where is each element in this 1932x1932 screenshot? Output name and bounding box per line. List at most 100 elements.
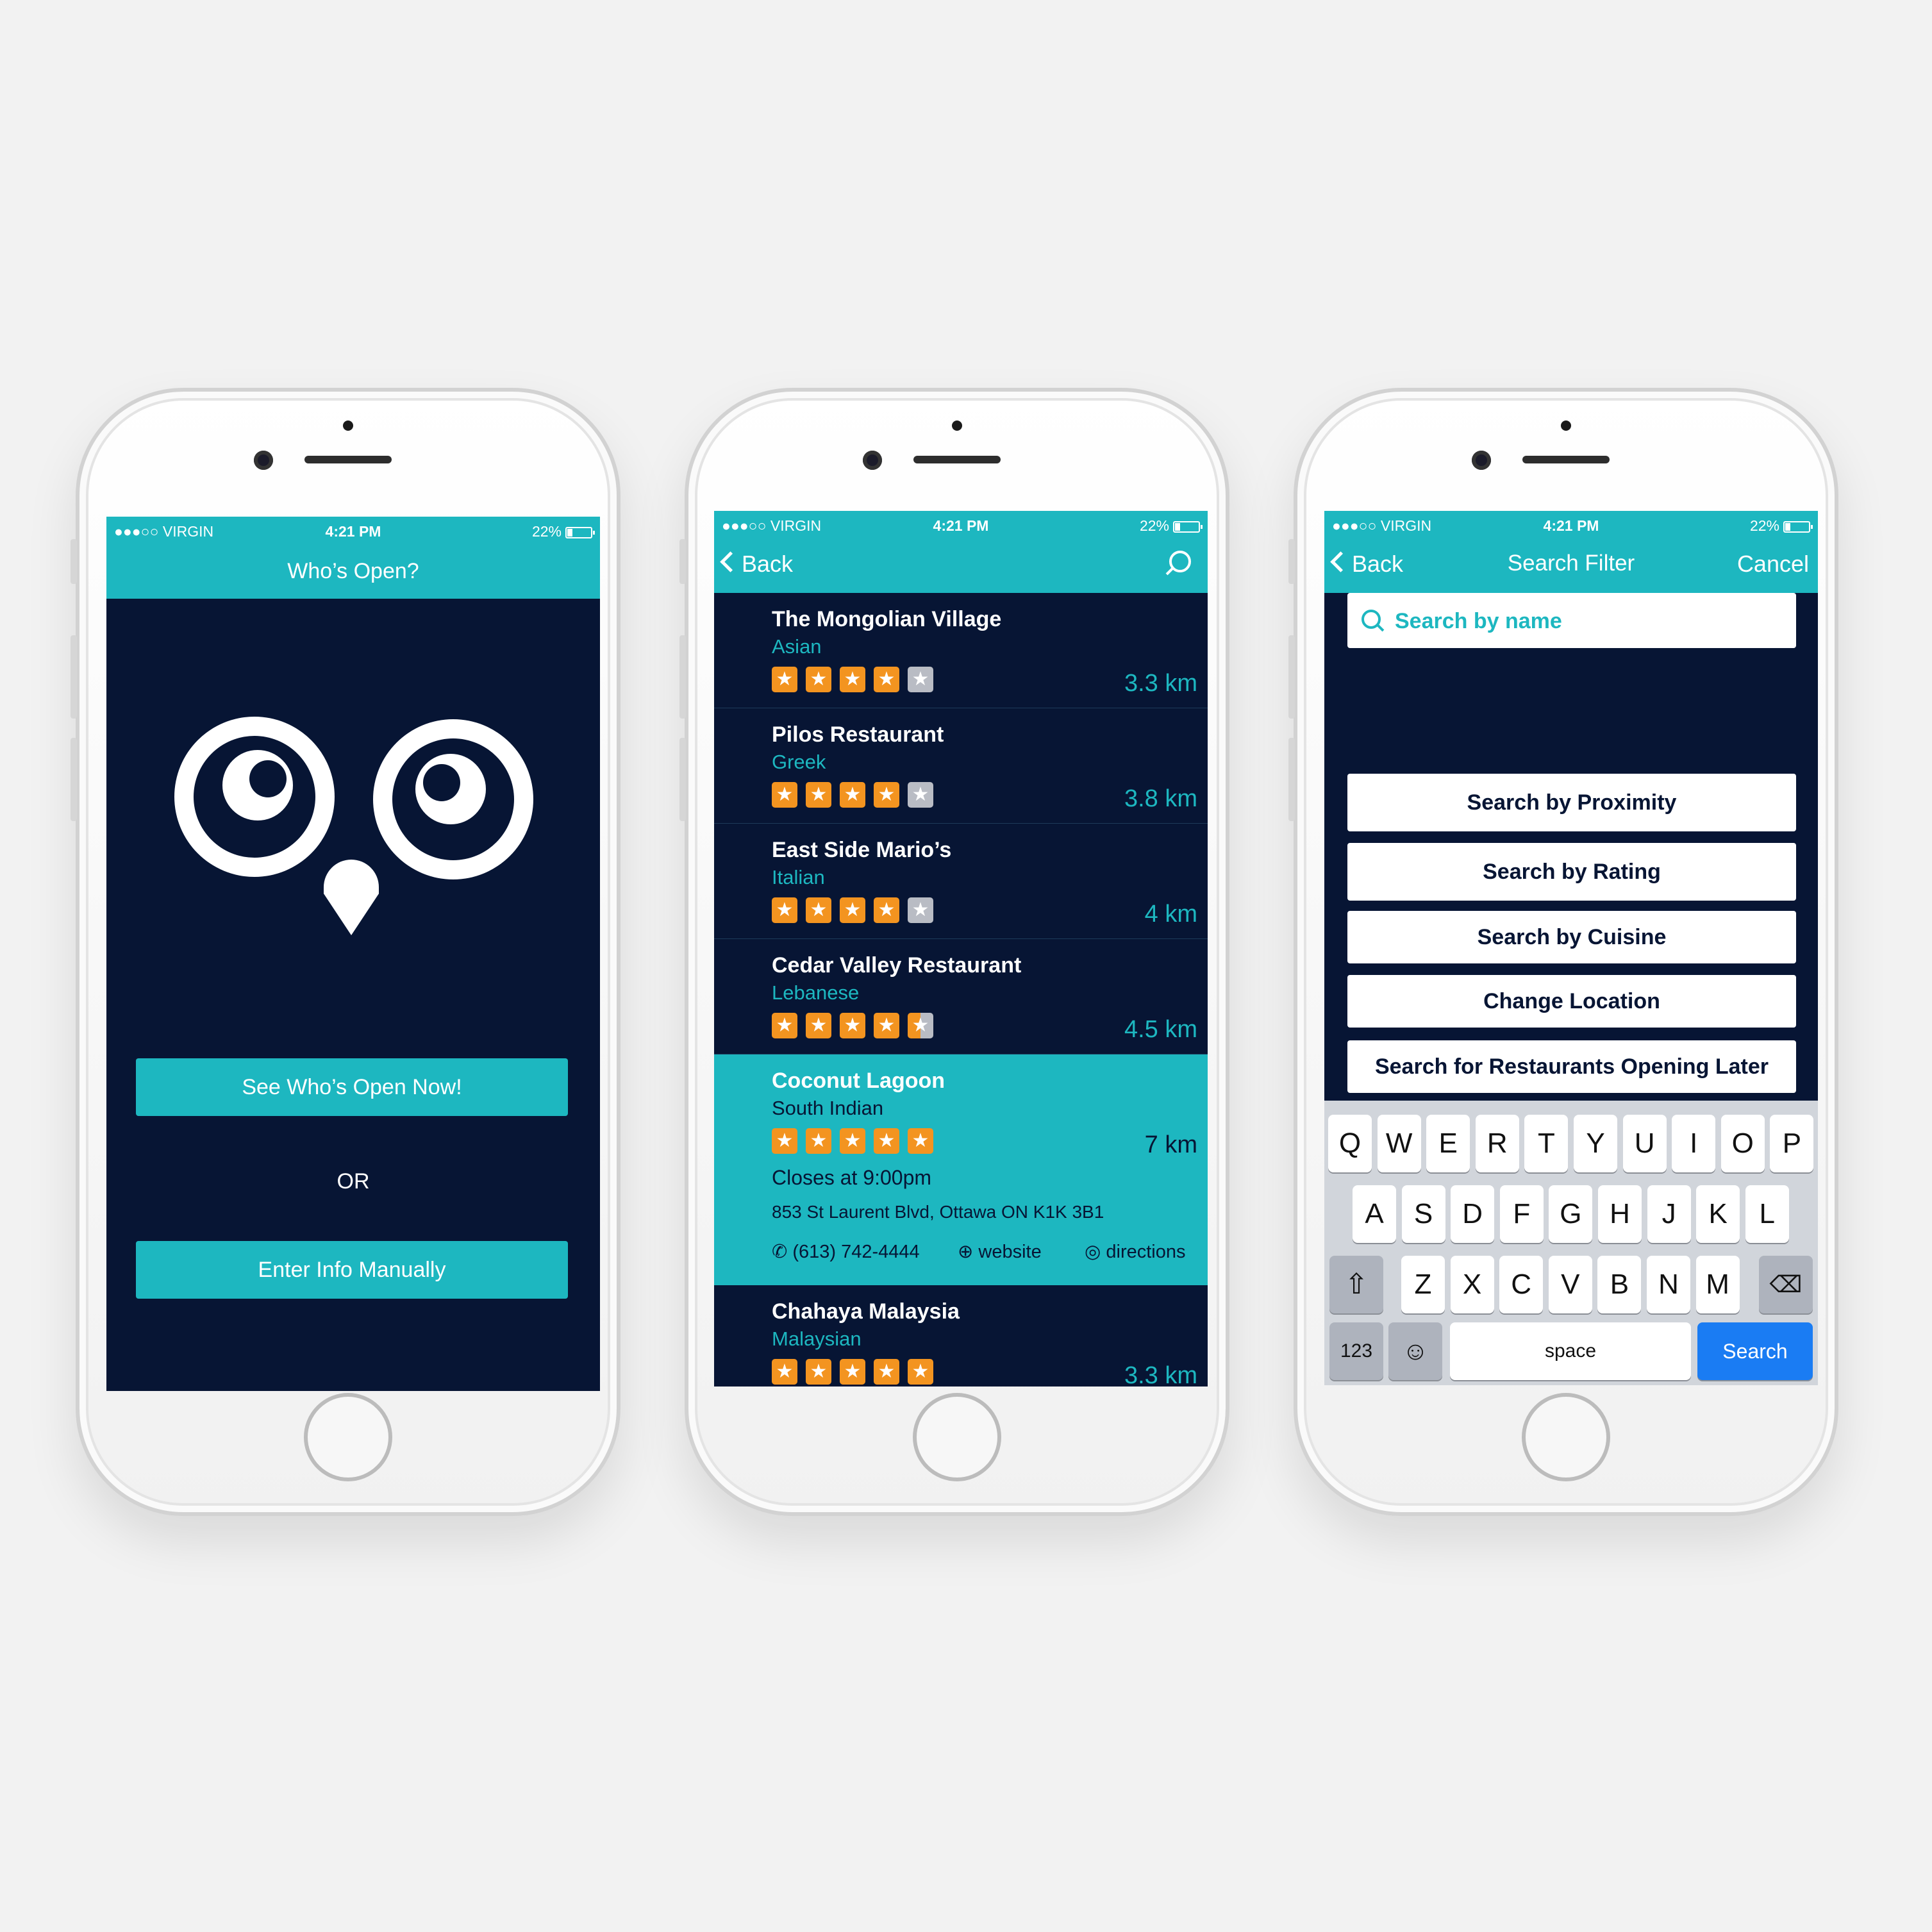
screen-search-filter: ●●●○○ VIRGIN 4:21 PM 22% Back Search Fil… bbox=[1324, 511, 1818, 1385]
restaurant-distance: 7 km bbox=[1144, 1131, 1197, 1158]
cancel-button[interactable]: Cancel bbox=[1737, 551, 1809, 578]
battery-percent: 22% bbox=[1749, 517, 1779, 534]
star-icon bbox=[874, 782, 899, 808]
battery-status: 22% bbox=[532, 523, 595, 540]
restaurant-name: The Mongolian Village bbox=[772, 607, 1002, 631]
search-by-proximity-button[interactable]: Search by Proximity bbox=[1347, 774, 1796, 831]
list-item[interactable]: The Mongolian Village Asian 3.3 km bbox=[714, 593, 1208, 708]
key-g[interactable]: G bbox=[1549, 1185, 1593, 1243]
key-z[interactable]: Z bbox=[1401, 1256, 1445, 1313]
restaurant-cuisine: Lebanese bbox=[772, 981, 860, 1004]
key-o[interactable]: O bbox=[1720, 1115, 1765, 1172]
star-icon bbox=[908, 897, 933, 923]
phone-2: ●●●○○ VIRGIN 4:21 PM 22% Back The Mongol… bbox=[679, 388, 1229, 1516]
owl-beak bbox=[324, 860, 379, 935]
star-icon bbox=[840, 782, 865, 808]
battery-icon bbox=[1783, 521, 1813, 533]
screen-restaurant-list: ●●●○○ VIRGIN 4:21 PM 22% Back The Mongol… bbox=[714, 511, 1208, 1387]
search-icon[interactable] bbox=[1169, 551, 1191, 572]
star-icon bbox=[874, 1128, 899, 1154]
restaurant-address: 853 St Laurent Blvd, Ottawa ON K1K 3B1 bbox=[772, 1202, 1104, 1222]
website-link[interactable]: ⊕ website bbox=[958, 1240, 1042, 1263]
front-camera bbox=[863, 451, 882, 470]
star-icon bbox=[874, 1359, 899, 1385]
star-icon bbox=[806, 782, 831, 808]
list-item[interactable]: Cedar Valley Restaurant Lebanese 4.5 km bbox=[714, 939, 1208, 1054]
key-j[interactable]: J bbox=[1647, 1185, 1691, 1243]
search-input[interactable] bbox=[1394, 593, 1781, 649]
list-item[interactable]: Chahaya Malaysia Malaysian 3.3 km bbox=[714, 1285, 1208, 1387]
list-item[interactable]: East Side Mario’s Italian 4 km bbox=[714, 824, 1208, 939]
back-button[interactable]: Back bbox=[720, 551, 793, 578]
key-t[interactable]: T bbox=[1524, 1115, 1569, 1172]
numbers-key[interactable]: 123 bbox=[1329, 1322, 1383, 1380]
key-u[interactable]: U bbox=[1622, 1115, 1667, 1172]
star-icon bbox=[772, 1359, 797, 1385]
search-by-cuisine-button[interactable]: Search by Cuisine bbox=[1347, 911, 1796, 963]
key-f[interactable]: F bbox=[1499, 1185, 1544, 1243]
list-item-expanded[interactable]: Coconut Lagoon South Indian 7 km Closes … bbox=[714, 1054, 1208, 1285]
emoji-key[interactable]: ☺ bbox=[1388, 1322, 1442, 1380]
nav-bar: ●●●○○ VIRGIN 4:21 PM 22% Back bbox=[714, 511, 1208, 593]
key-y[interactable]: Y bbox=[1574, 1115, 1617, 1172]
star-icon bbox=[772, 1128, 797, 1154]
key-h[interactable]: H bbox=[1598, 1185, 1642, 1243]
closing-time: Closes at 9:00pm bbox=[772, 1166, 932, 1189]
star-icon bbox=[840, 1359, 865, 1385]
owl-left-glint bbox=[249, 760, 287, 797]
earpiece-speaker bbox=[913, 456, 1001, 463]
key-q[interactable]: Q bbox=[1328, 1115, 1372, 1172]
key-w[interactable]: W bbox=[1377, 1115, 1421, 1172]
key-k[interactable]: K bbox=[1696, 1185, 1740, 1243]
owl-left-iris bbox=[222, 750, 293, 820]
owl-left-pupil bbox=[194, 736, 315, 858]
key-p[interactable]: P bbox=[1770, 1115, 1814, 1172]
key-i[interactable]: I bbox=[1672, 1115, 1716, 1172]
restaurant-name: Chahaya Malaysia bbox=[772, 1299, 960, 1324]
star-icon bbox=[840, 667, 865, 692]
key-s[interactable]: S bbox=[1401, 1185, 1445, 1243]
key-m[interactable]: M bbox=[1695, 1256, 1740, 1313]
see-whos-open-button[interactable]: See Who’s Open Now! bbox=[136, 1058, 568, 1116]
key-x[interactable]: X bbox=[1450, 1256, 1494, 1313]
home-button[interactable] bbox=[1522, 1393, 1610, 1481]
search-opening-later-button[interactable]: Search for Restaurants Opening Later bbox=[1347, 1040, 1796, 1093]
space-key[interactable]: space bbox=[1450, 1322, 1691, 1380]
star-icon bbox=[908, 1359, 933, 1385]
search-field[interactable] bbox=[1347, 593, 1796, 649]
change-location-button[interactable]: Change Location bbox=[1347, 975, 1796, 1028]
clock: 4:21 PM bbox=[933, 517, 989, 534]
backspace-key[interactable]: ⌫ bbox=[1759, 1256, 1813, 1313]
phone-link[interactable]: ✆ (613) 742-4444 bbox=[772, 1240, 920, 1263]
battery-status: 22% bbox=[1140, 517, 1203, 535]
owl-right-iris bbox=[415, 754, 486, 824]
key-d[interactable]: D bbox=[1451, 1185, 1495, 1243]
home-button[interactable] bbox=[304, 1393, 392, 1481]
key-r[interactable]: R bbox=[1475, 1115, 1519, 1172]
shift-key[interactable]: ⇧ bbox=[1329, 1256, 1383, 1313]
enter-info-manually-button[interactable]: Enter Info Manually bbox=[136, 1241, 568, 1299]
restaurant-distance: 3.8 km bbox=[1124, 785, 1197, 812]
key-a[interactable]: A bbox=[1353, 1185, 1396, 1243]
key-n[interactable]: N bbox=[1647, 1256, 1690, 1313]
key-c[interactable]: C bbox=[1499, 1256, 1544, 1313]
list-item[interactable]: Pilos Restaurant Greek 3.8 km bbox=[714, 708, 1208, 824]
key-v[interactable]: V bbox=[1548, 1256, 1592, 1313]
home-button[interactable] bbox=[913, 1393, 1001, 1481]
clock: 4:21 PM bbox=[1543, 517, 1599, 534]
volume-button bbox=[1288, 738, 1295, 821]
star-icon bbox=[874, 897, 899, 923]
directions-link[interactable]: ◎ directions bbox=[1085, 1240, 1186, 1263]
key-b[interactable]: B bbox=[1597, 1256, 1642, 1313]
key-l[interactable]: L bbox=[1745, 1185, 1789, 1243]
page-title: Who’s Open? bbox=[287, 559, 419, 583]
front-camera bbox=[254, 451, 273, 470]
status-bar: ●●●○○ VIRGIN 4:21 PM 22% bbox=[106, 517, 600, 545]
star-icon bbox=[840, 1128, 865, 1154]
search-by-rating-button[interactable]: Search by Rating bbox=[1347, 843, 1796, 901]
directions-label: directions bbox=[1106, 1242, 1186, 1262]
key-e[interactable]: E bbox=[1426, 1115, 1470, 1172]
restaurant-cuisine: Malaysian bbox=[772, 1328, 862, 1350]
website-label: website bbox=[978, 1242, 1042, 1262]
search-key[interactable]: Search bbox=[1697, 1322, 1813, 1380]
